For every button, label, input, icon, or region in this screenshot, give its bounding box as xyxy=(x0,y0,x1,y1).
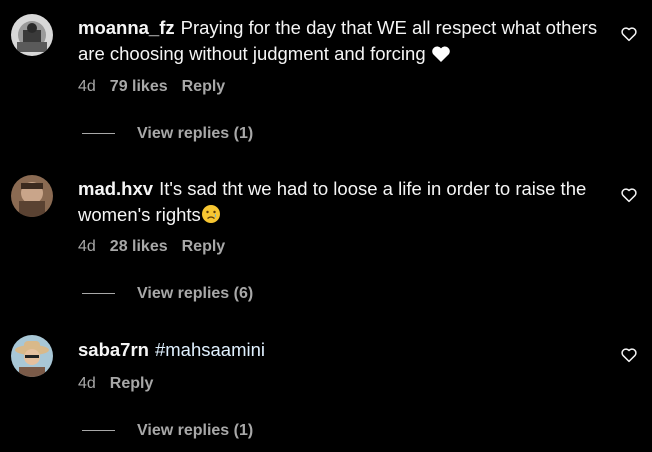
comment-username[interactable]: saba7rn xyxy=(78,339,149,360)
replies-divider-line xyxy=(82,133,115,135)
crying-face-emoji xyxy=(201,204,221,231)
likes-count[interactable]: 79 likes xyxy=(110,78,168,95)
view-replies-button[interactable]: View replies (1) xyxy=(82,124,253,144)
comment-body: It's sad tht we had to loose a life in o… xyxy=(78,178,587,225)
comment-time: 4d xyxy=(78,375,96,392)
comment-username[interactable]: moanna_fz xyxy=(78,17,175,38)
avatar[interactable] xyxy=(11,335,53,377)
comment-time: 4d xyxy=(78,238,96,255)
comment-text: moanna_fz Praying for the day that WE all… xyxy=(78,15,598,69)
heart-outline-icon[interactable] xyxy=(620,186,638,204)
view-replies-label: View replies (1) xyxy=(137,125,254,142)
reply-button[interactable]: Reply xyxy=(182,78,226,95)
comment-text: saba7rn #mahsaamini xyxy=(78,337,598,363)
hashtag-link[interactable]: #mahsaamini xyxy=(155,339,265,360)
white-heart-emoji xyxy=(431,44,451,70)
comment-meta: 4d 79 likes Reply xyxy=(78,77,239,97)
view-replies-label: View replies (1) xyxy=(137,422,254,439)
likes-count[interactable]: 28 likes xyxy=(110,238,168,255)
avatar[interactable] xyxy=(11,14,53,56)
heart-outline-icon[interactable] xyxy=(620,346,638,364)
reply-button[interactable]: Reply xyxy=(110,375,154,392)
replies-divider-line xyxy=(82,293,115,295)
avatar[interactable] xyxy=(11,175,53,217)
replies-divider-line xyxy=(82,430,115,432)
comment-time: 4d xyxy=(78,78,96,95)
reply-button[interactable]: Reply xyxy=(182,238,226,255)
view-replies-label: View replies (6) xyxy=(137,285,254,302)
comment-username[interactable]: mad.hxv xyxy=(78,178,153,199)
heart-outline-icon[interactable] xyxy=(620,25,638,43)
view-replies-button[interactable]: View replies (6) xyxy=(82,284,253,304)
comment-meta: 4d Reply xyxy=(78,374,167,394)
view-replies-button[interactable]: View replies (1) xyxy=(82,421,253,441)
comment-text: mad.hxv It's sad tht we had to loose a li… xyxy=(78,176,598,230)
comment-meta: 4d 28 likes Reply xyxy=(78,237,239,257)
